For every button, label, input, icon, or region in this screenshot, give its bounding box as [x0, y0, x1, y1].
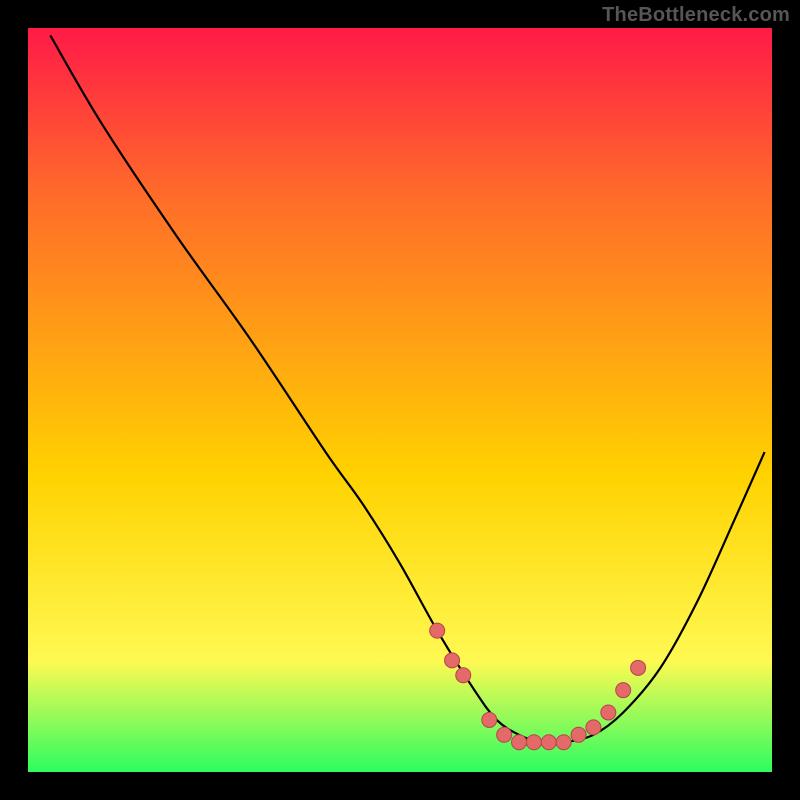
curve-marker-dot	[482, 712, 497, 727]
curve-marker-dot	[430, 623, 445, 638]
curve-marker-dot	[445, 653, 460, 668]
curve-marker-dot	[631, 660, 646, 675]
bottleneck-chart	[28, 28, 772, 772]
curve-marker-dot	[456, 668, 471, 683]
gradient-background	[28, 28, 772, 772]
curve-marker-dot	[601, 705, 616, 720]
chart-frame	[28, 28, 772, 772]
curve-marker-dot	[571, 727, 586, 742]
curve-marker-dot	[497, 727, 512, 742]
curve-marker-dot	[526, 735, 541, 750]
curve-marker-dot	[512, 735, 527, 750]
watermark-label: TheBottleneck.com	[602, 4, 790, 27]
curve-marker-dot	[586, 720, 601, 735]
curve-marker-dot	[541, 735, 556, 750]
curve-marker-dot	[616, 683, 631, 698]
curve-marker-dot	[556, 735, 571, 750]
